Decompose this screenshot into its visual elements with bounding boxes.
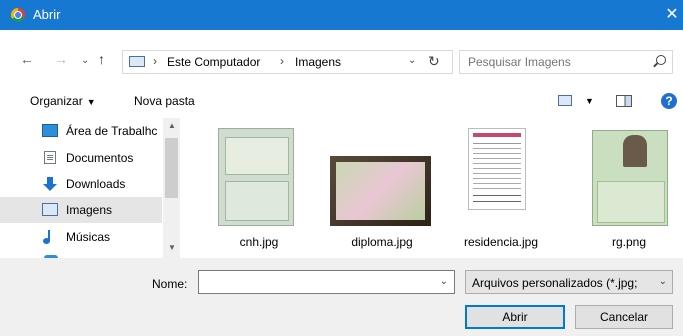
desktop-icon <box>42 124 58 137</box>
file-item[interactable]: rg.png <box>570 118 683 258</box>
address-dropdown-icon[interactable]: ⌄ <box>408 55 416 66</box>
sidebar-item-pictures[interactable]: Imagens <box>0 197 162 223</box>
filename-dropdown-icon[interactable]: ⌄ <box>440 276 448 287</box>
downloads-icon <box>42 177 58 191</box>
file-type-select[interactable]: Arquivos personalizados (*.jpg; ⌄ <box>465 270 673 294</box>
file-type-value: Arquivos personalizados (*.jpg; <box>472 276 638 290</box>
scrollbar-thumb[interactable] <box>165 138 178 198</box>
file-name: diploma.jpg <box>351 235 413 249</box>
scroll-up-icon[interactable]: ▲ <box>168 121 176 130</box>
recent-locations-button[interactable]: ⌄ <box>81 55 89 66</box>
sidebar-item-music[interactable]: Músicas <box>0 224 162 250</box>
file-item[interactable]: diploma.jpg <box>323 118 441 258</box>
view-options-caret-icon[interactable]: ▼ <box>585 96 594 106</box>
file-type-dropdown-icon[interactable]: ⌄ <box>659 276 667 287</box>
organize-caret-icon: ▼ <box>86 97 96 107</box>
refresh-icon[interactable]: ↻ <box>428 53 440 70</box>
sidebar-scrollbar[interactable]: ▲ ▼ <box>163 118 180 258</box>
sidebar-item-desktop[interactable]: Área de Trabalhc <box>0 118 162 144</box>
file-item[interactable]: cnh.jpg <box>200 118 318 258</box>
file-name: cnh.jpg <box>239 235 279 249</box>
navigation-pane: Área de Trabalhc Documentos Downloads Im… <box>0 118 180 258</box>
address-bar[interactable]: › Este Computador › Imagens ⌄ ↻ <box>122 50 453 74</box>
search-icon[interactable] <box>656 55 666 65</box>
organize-button[interactable]: Organizar ▼ <box>30 94 96 108</box>
chrome-icon <box>11 8 25 22</box>
sidebar-item-downloads[interactable]: Downloads <box>0 171 162 197</box>
music-icon <box>42 230 58 244</box>
sidebar-item-label: Downloads <box>66 177 126 191</box>
organize-label: Organizar <box>30 94 83 108</box>
command-toolbar: Organizar ▼ Nova pasta ▼ ? <box>0 84 683 118</box>
breadcrumb-separator[interactable]: › <box>153 54 157 68</box>
up-button[interactable]: ↑ <box>98 51 105 67</box>
file-name: rg.png <box>611 235 647 249</box>
sidebar-item-label: Área de Trabalhc <box>66 124 158 138</box>
pictures-icon <box>42 203 58 216</box>
open-button[interactable]: Abrir <box>465 305 565 329</box>
new-folder-button[interactable]: Nova pasta <box>134 94 195 108</box>
preview-pane-icon[interactable] <box>616 95 632 107</box>
sidebar-item-documents[interactable]: Documentos <box>0 145 162 171</box>
help-icon[interactable]: ? <box>661 93 677 109</box>
change-view-icon[interactable] <box>558 95 572 106</box>
sidebar-item-label: Músicas <box>66 230 111 244</box>
documents-icon <box>44 151 56 164</box>
breadcrumb-this-pc[interactable]: Este Computador <box>167 55 260 69</box>
this-pc-icon <box>129 56 145 67</box>
close-icon[interactable]: ✕ <box>661 0 683 30</box>
filename-field[interactable]: ⌄ <box>198 270 455 294</box>
file-list: cnh.jpg diploma.jpg residencia.jpg rg.pn… <box>180 118 683 258</box>
breadcrumb-pictures[interactable]: Imagens <box>295 55 341 69</box>
search-input[interactable] <box>460 51 646 73</box>
title-bar: Abrir ✕ <box>0 0 683 30</box>
file-item[interactable]: residencia.jpg <box>442 118 560 258</box>
search-box[interactable] <box>459 50 673 74</box>
dialog-footer: Nome: ⌄ Arquivos personalizados (*.jpg; … <box>0 258 683 336</box>
cancel-button[interactable]: Cancelar <box>575 305 673 329</box>
sidebar-item-label: Imagens <box>66 203 113 217</box>
back-button[interactable]: ← <box>20 51 34 67</box>
scroll-down-icon[interactable]: ▼ <box>168 243 176 252</box>
filename-label: Nome: <box>152 277 188 291</box>
forward-button[interactable]: → <box>54 51 68 67</box>
file-name: residencia.jpg <box>463 235 539 249</box>
breadcrumb-separator[interactable]: › <box>280 54 284 68</box>
sidebar-item-label: Documentos <box>66 151 134 165</box>
window-title: Abrir <box>33 7 61 22</box>
